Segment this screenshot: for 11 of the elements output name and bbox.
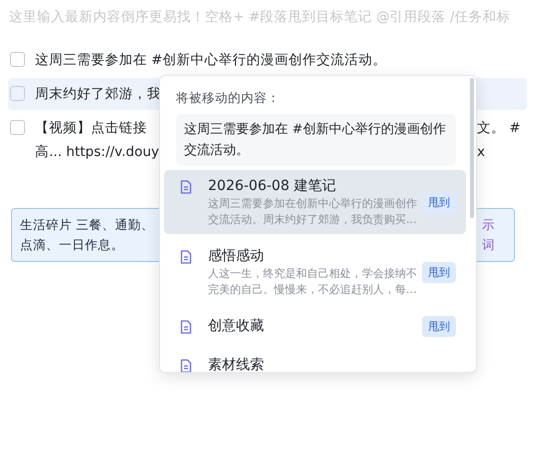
- task-text: x: [477, 143, 486, 162]
- note-title: 素材线索: [208, 356, 265, 372]
- task-text: 文。 #: [477, 119, 522, 138]
- note-title: 创意收藏: [208, 317, 265, 336]
- note-snippet: 人这一生，终究是和自己相处，学会接纳不完美的自己。慢慢来，不必追赶别人，每…: [208, 266, 418, 298]
- note-title: 2026-06-08 建笔记: [208, 177, 337, 196]
- moved-content-quote: 这周三需要参加在 #创新中心举行的漫画创作交流活动。: [176, 114, 456, 166]
- task-text: 高... https://v.douy: [35, 143, 160, 162]
- task-text: 【视频】点击链接: [35, 119, 148, 138]
- popup-heading: 将被移动的内容：: [176, 90, 281, 107]
- task-text: 这周三需要参加在 #创新中心举行的漫画创作交流活动。: [35, 51, 387, 70]
